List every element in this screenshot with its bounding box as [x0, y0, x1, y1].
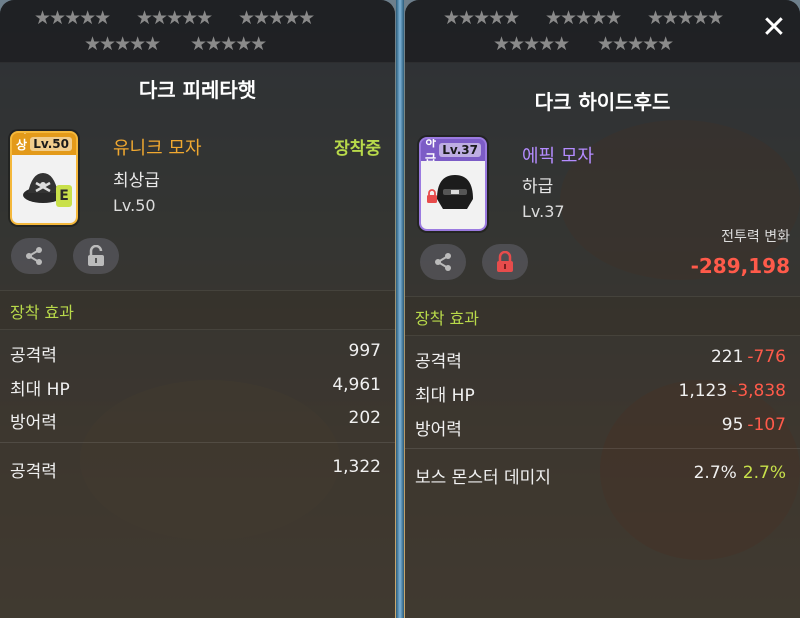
item-card[interactable]: 하급 Lv.37 — [419, 137, 487, 231]
stat-label: 공격력 — [415, 352, 462, 372]
stat-row: 방어력 95 -107 — [405, 411, 800, 443]
stat-value: 1,322 — [332, 457, 381, 477]
stat-label: 방어력 — [415, 420, 462, 440]
stat-row: 공격력 1,322 — [0, 453, 395, 485]
stat-value: 4,961 — [332, 375, 381, 395]
star-force-bar: ★★★★★ ★★★★★ ★★★★★ ★★★★★ ★★★★★ — [0, 0, 395, 63]
stat-row: 최대 HP 4,961 — [0, 371, 395, 403]
stat-value-group: 95 -107 — [722, 415, 786, 435]
card-body — [421, 161, 485, 229]
item-grade-name: 에픽 모자 — [522, 146, 594, 167]
star-icon-group: ★★★★★ — [238, 7, 315, 29]
stat-diff: -776 — [747, 347, 786, 367]
section-title: 장착 효과 — [10, 303, 74, 322]
item-title: 다크 하이드후드 — [534, 90, 671, 114]
stat-value: 95 — [721, 415, 744, 435]
divider — [405, 448, 800, 449]
item-sub-grade: 최상급 — [113, 171, 160, 191]
star-icon-group: ★★★★★ — [34, 7, 111, 29]
star-icon-group: ★★★★★ — [545, 7, 622, 29]
power-change-label: 전투력 변화 — [721, 229, 790, 245]
item-title: 다크 피레타햇 — [138, 78, 257, 102]
item-level: Lv.37 — [522, 202, 565, 221]
equip-badge: E — [56, 185, 72, 207]
star-icon-group: ★★★★★ — [493, 33, 570, 55]
stat-row: 공격력 997 — [0, 337, 395, 369]
star-icon-group: ★★★★★ — [190, 33, 267, 55]
equip-effect-header: 장착 효과 — [405, 296, 800, 336]
close-icon: ✕ — [761, 10, 787, 45]
lock-toggle-button[interactable] — [482, 244, 528, 280]
card-header: 하급 Lv.37 — [421, 139, 485, 166]
lock-toggle-button[interactable] — [73, 238, 119, 274]
card-body: E — [12, 155, 76, 223]
power-change-value: -289,198 — [690, 254, 790, 278]
stat-label: 최대 HP — [415, 386, 475, 406]
stat-label: 최대 HP — [10, 380, 70, 400]
stat-value: 221 — [710, 347, 744, 367]
panel-divider — [396, 0, 404, 618]
share-icon — [435, 253, 451, 271]
stat-label: 방어력 — [10, 413, 57, 433]
stat-diff: -3,838 — [731, 381, 786, 401]
stat-value-group: 1,123 -3,838 — [679, 381, 786, 401]
equipped-item-panel: ★★★★★ ★★★★★ ★★★★★ ★★★★★ ★★★★★ 다크 피레타햇 최상… — [0, 0, 395, 618]
share-icon — [26, 247, 42, 265]
stat-row: 최대 HP 1,123 -3,838 — [405, 377, 800, 409]
stat-value-group: 221 -776 — [711, 347, 786, 367]
unlock-icon — [88, 245, 104, 266]
card-level-label: Lv.50 — [30, 137, 72, 151]
stat-diff: 2.7% — [742, 463, 786, 483]
hood-icon — [437, 175, 473, 209]
section-title: 장착 효과 — [415, 309, 479, 328]
stat-row: 방어력 202 — [0, 404, 395, 436]
star-icon-group: ★★★★★ — [443, 7, 520, 29]
divider — [0, 442, 395, 443]
stat-value: 202 — [348, 408, 381, 428]
stat-value: 997 — [348, 341, 381, 361]
item-level: Lv.50 — [113, 196, 156, 215]
item-grade-name: 유니크 모자 — [113, 138, 202, 159]
stat-row: 보스 몬스터 데미지 2.7% 2.7% — [405, 459, 800, 491]
star-icon-group: ★★★★★ — [136, 7, 213, 29]
star-icon-group: ★★★★★ — [84, 33, 161, 55]
stat-row: 공격력 221 -776 — [405, 343, 800, 375]
star-icon-group: ★★★★★ — [597, 33, 674, 55]
stat-value: 1,123 — [678, 381, 728, 401]
stat-label: 공격력 — [10, 462, 57, 482]
locked-icon — [427, 189, 437, 203]
star-force-bar: ★★★★★ ★★★★★ ★★★★★ ★★★★★ ★★★★★ — [405, 0, 800, 63]
stat-label: 공격력 — [10, 346, 57, 366]
card-level-label: Lv.37 — [439, 143, 481, 157]
close-button[interactable]: ✕ — [760, 13, 788, 43]
compare-item-panel: ★★★★★ ★★★★★ ★★★★★ ★★★★★ ★★★★★ ✕ 다크 하이드후드… — [405, 0, 800, 618]
stat-diff: -107 — [747, 415, 786, 435]
star-icon-group: ★★★★★ — [647, 7, 724, 29]
share-button[interactable] — [11, 238, 57, 274]
item-card[interactable]: 최상급 Lv.50 E — [10, 131, 78, 225]
item-sub-grade: 하급 — [522, 177, 554, 197]
share-button[interactable] — [420, 244, 466, 280]
equipped-status: 장착중 — [334, 139, 381, 159]
card-header: 최상급 Lv.50 — [12, 133, 76, 169]
lock-icon — [497, 251, 513, 272]
equip-effect-header: 장착 효과 — [0, 290, 395, 330]
stat-label: 보스 몬스터 데미지 — [415, 468, 551, 488]
stat-value-group: 2.7% 2.7% — [694, 463, 786, 483]
stat-value: 2.7% — [693, 463, 737, 483]
